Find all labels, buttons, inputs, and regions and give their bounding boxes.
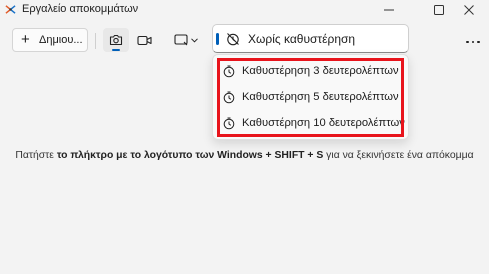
minimize-icon: [384, 9, 394, 11]
more-options-button[interactable]: [461, 36, 485, 48]
toolbar-divider: [95, 33, 96, 49]
delay-option-5s[interactable]: Καθυστέρηση 5 δευτερολέπτων: [223, 87, 403, 107]
title-bar: Εργαλείο αποκομμάτων: [0, 0, 489, 20]
no-delay-icon: [227, 32, 239, 45]
delay-option-3s[interactable]: Καθυστέρηση 3 δευτερολέπτων: [223, 61, 403, 81]
delay-selected-value: Χωρίς καθυστέρηση: [248, 31, 356, 46]
snip-mode-button[interactable]: [103, 28, 129, 52]
more-icon-dot: [477, 40, 480, 44]
delay-option-label: Καθυστέρηση 5 δευτερολέπτων: [242, 91, 399, 103]
active-mode-indicator: [112, 49, 120, 51]
close-icon: [464, 5, 474, 15]
delay-dropdown-menu: Καθυστέρηση 3 δευτερολέπτων Καθυστέρηση …: [212, 54, 409, 140]
selected-indicator: [216, 33, 219, 45]
timer-5-icon: [223, 91, 235, 103]
delay-select[interactable]: Χωρίς καθυστέρηση: [212, 24, 409, 53]
more-icon: [466, 40, 469, 44]
rectangle-snip-icon: [174, 34, 188, 46]
maximize-icon: [434, 5, 444, 15]
start-snip-hint: Πατήστε το πλήκτρο με το λογότυπο των Wi…: [0, 150, 489, 161]
window-title: Εργαλείο αποκομμάτων: [22, 3, 139, 15]
camera-icon: [109, 34, 123, 46]
chevron-down-icon: [191, 37, 198, 43]
delay-option-label: Καθυστέρηση 10 δευτερολέπτων: [242, 117, 405, 129]
close-button[interactable]: [449, 0, 489, 20]
snipping-tool-app-icon: [5, 5, 16, 14]
minimize-button[interactable]: [369, 0, 409, 20]
delay-option-label: Καθυστέρηση 3 δευτερολέπτων: [242, 65, 399, 77]
new-snip-button[interactable]: + Δημιου...: [12, 28, 88, 52]
timer-3-icon: [223, 65, 235, 77]
hint-shortcut: το πλήκτρο με το λογότυπο των Windows + …: [56, 150, 324, 161]
hint-text-start: Πατήστε: [15, 150, 57, 161]
timer-10-icon: [223, 117, 235, 129]
plus-icon: +: [21, 31, 30, 48]
snip-shape-dropdown[interactable]: [171, 28, 201, 52]
hint-text-end: για να ξεκινήσετε ένα απόκομμα: [323, 150, 474, 161]
more-icon-dot: [471, 40, 475, 44]
new-snip-label: Δημιου...: [39, 34, 83, 46]
record-mode-button[interactable]: [131, 28, 157, 52]
delay-option-10s[interactable]: Καθυστέρηση 10 δευτερολέπτων: [223, 113, 405, 133]
video-camera-icon: [136, 35, 152, 45]
